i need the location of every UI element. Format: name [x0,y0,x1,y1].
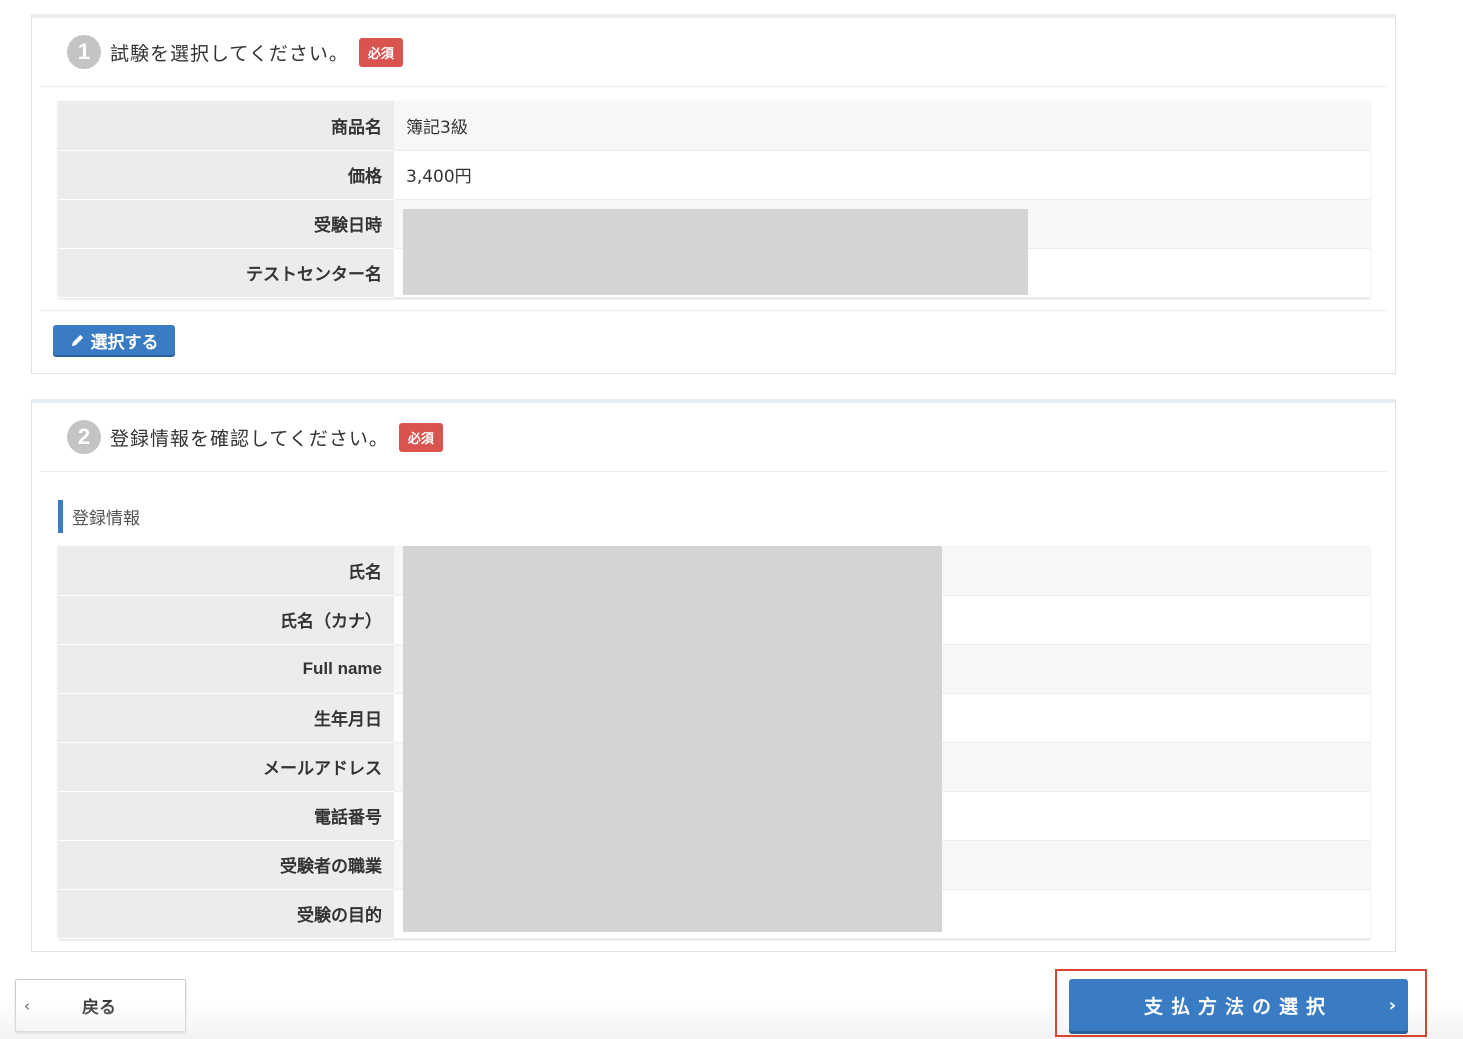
phone-label: 電話番号 [58,791,394,841]
registration-title: 登録情報を確認してください。 [110,427,389,450]
back-button-label: 戻る [82,998,116,1018]
back-button[interactable]: ‹ 戻る [15,979,186,1032]
required-badge: 必須 [358,37,403,67]
highlight-box [1055,969,1427,1037]
table-row: 価格 3,400円 [58,150,1370,200]
price-value: 3,400円 [394,150,1370,200]
purpose-label: 受験の目的 [58,889,394,939]
full-name-label: Full name [58,644,394,694]
product-name-value: 簿記3級 [394,101,1370,151]
select-row: 選択する [40,310,1387,371]
test-center-label: テストセンター名 [58,248,394,298]
price-label: 価格 [58,150,394,200]
table-row: 商品名 簿記3級 [58,101,1370,151]
exam-select-panel: 1 試験を選択してください。 必須 商品名 簿記3級 価格 3,400円 受験日… [31,14,1396,374]
exam-datetime-label: 受験日時 [58,199,394,249]
name-kana-label: 氏名（カナ） [58,595,394,645]
exam-select-header: 1 試験を選択してください。 必須 [40,18,1387,87]
registration-subheading: 登録情報 [58,500,140,533]
step-number-1: 1 [67,35,101,69]
step-number-2: 2 [67,420,101,454]
registration-panel: 2 登録情報を確認してください。 必須 登録情報 氏名 氏名（カナ） Full … [31,399,1396,952]
birthdate-label: 生年月日 [58,693,394,743]
required-badge: 必須 [398,422,443,452]
select-exam-button[interactable]: 選択する [53,325,175,355]
occupation-label: 受験者の職業 [58,840,394,890]
exam-select-title: 試験を選択してください。 [110,42,349,65]
name-label: 氏名 [58,546,394,596]
registration-header: 2 登録情報を確認してください。 必須 [40,403,1387,472]
email-label: メールアドレス [58,742,394,792]
pencil-icon [71,334,83,346]
product-name-label: 商品名 [58,101,394,151]
select-exam-label: 選択する [90,332,159,353]
redacted-block [403,209,1028,295]
chevron-left-icon: ‹ [24,996,30,1015]
redacted-block [403,546,942,932]
